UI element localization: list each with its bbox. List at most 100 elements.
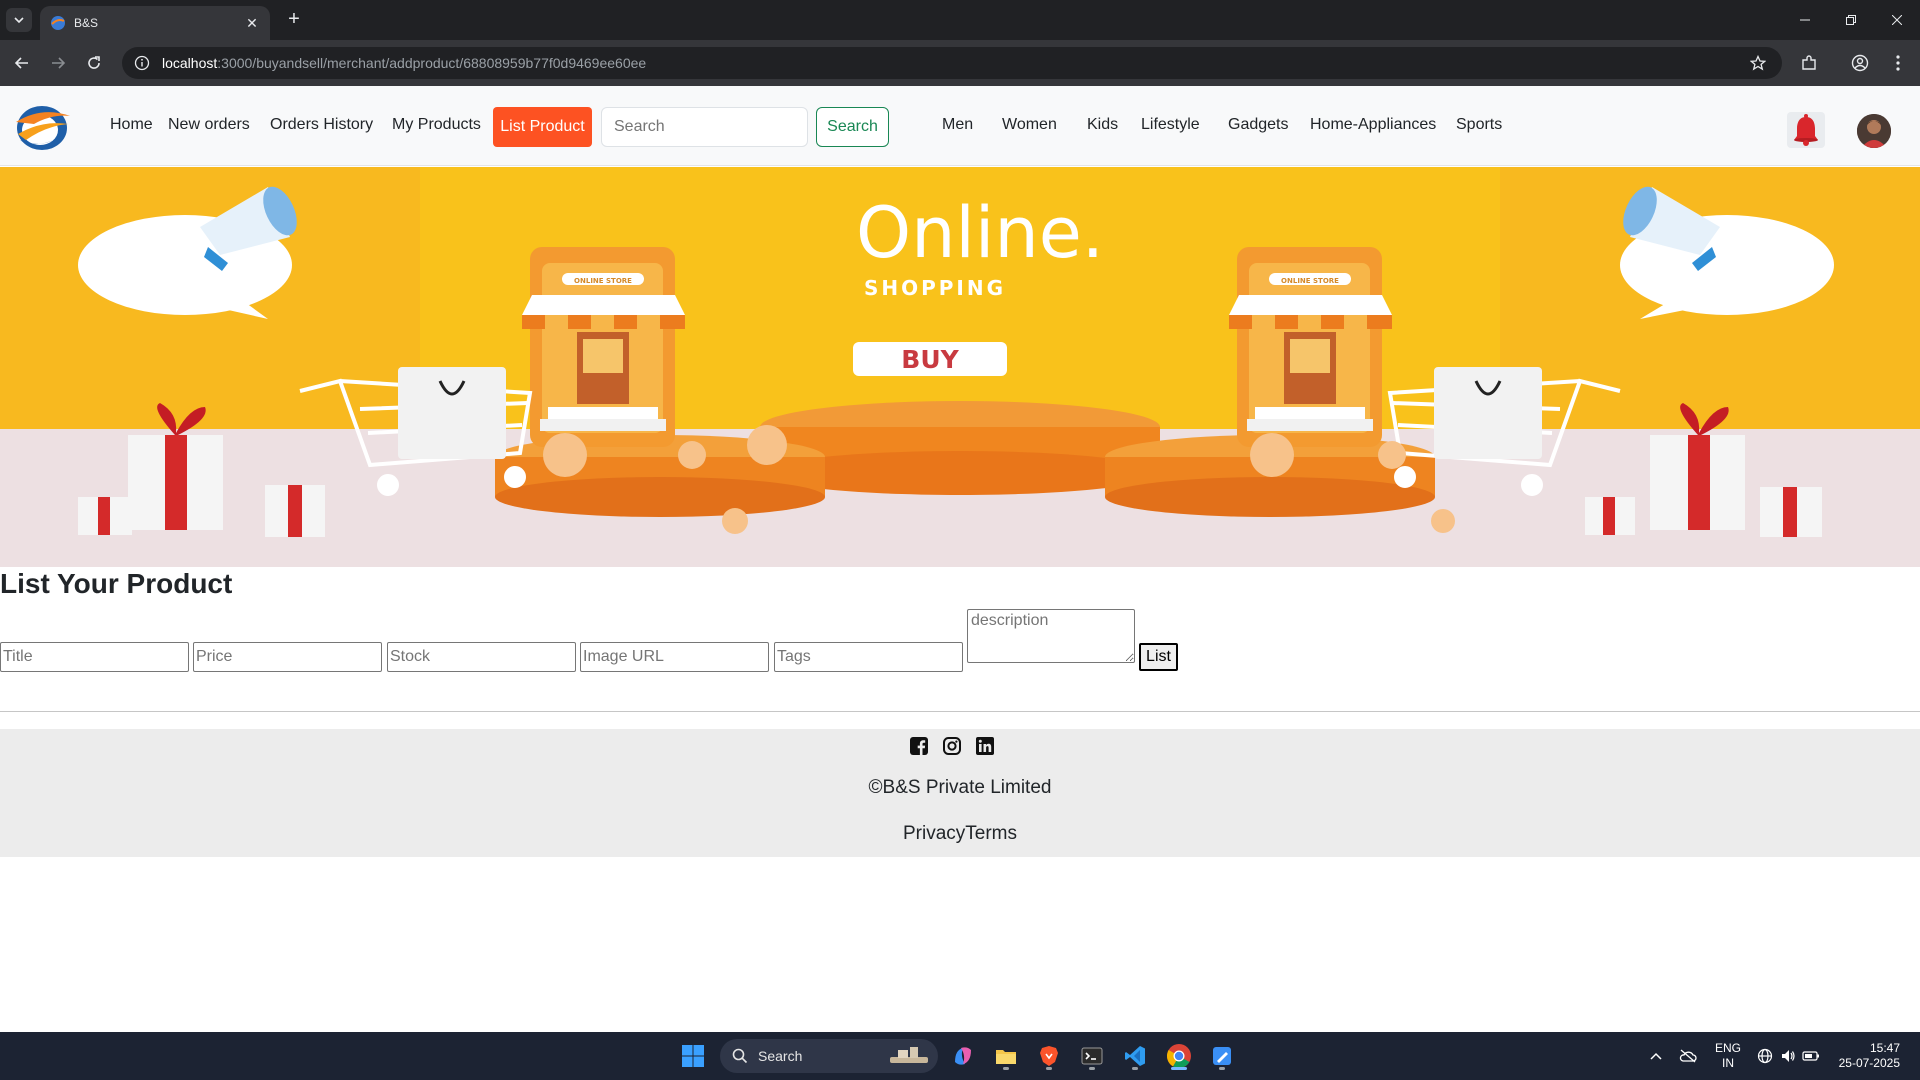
search-highlight-icon — [890, 1047, 928, 1063]
taskbar-clock[interactable]: 15:47 25-07-2025 — [1839, 1041, 1900, 1071]
category-women[interactable]: Women — [1002, 116, 1057, 134]
puzzle-icon — [1802, 55, 1816, 70]
brand-logo[interactable] — [12, 100, 72, 152]
active-indicator — [1132, 1067, 1138, 1070]
restore-button[interactable] — [1828, 0, 1874, 40]
category-kids[interactable]: Kids — [1087, 116, 1118, 134]
list-product-button[interactable]: List Product — [493, 107, 592, 147]
taskbar-terminal[interactable] — [1076, 1040, 1108, 1072]
description-textarea[interactable] — [967, 609, 1135, 663]
nav-new-orders[interactable]: New orders — [168, 116, 250, 134]
image-url-input[interactable] — [580, 642, 769, 672]
form-title: List Your Product — [0, 568, 233, 599]
minimize-button[interactable] — [1782, 0, 1828, 40]
profile-button[interactable] — [1848, 51, 1872, 75]
price-input[interactable] — [193, 642, 382, 672]
browser-tab[interactable]: B&S ✕ — [40, 6, 270, 40]
taskbar-brave[interactable] — [1033, 1040, 1065, 1072]
url-path: :3000/buyandsell/merchant/addproduct/688… — [217, 55, 647, 71]
browser-tab-bar: B&S ✕ + — [0, 0, 1920, 40]
site-info-icon[interactable] — [134, 55, 150, 71]
shop-kiosk-left: ONLINE STORE — [522, 247, 685, 447]
language-code: ENG — [1714, 1041, 1741, 1055]
active-indicator — [1219, 1067, 1225, 1070]
chevron-up-icon — [1650, 1052, 1662, 1060]
copilot-icon — [955, 1047, 971, 1065]
extensions-button[interactable] — [1797, 51, 1821, 75]
category-gadgets[interactable]: Gadgets — [1228, 116, 1288, 134]
vscode-icon — [1125, 1046, 1145, 1066]
list-submit-button[interactable]: List — [1139, 643, 1178, 671]
chrome-icon — [1166, 1044, 1191, 1069]
close-window-button[interactable] — [1874, 0, 1920, 40]
linkedin-icon[interactable] — [976, 737, 994, 755]
chevron-down-icon — [14, 17, 24, 24]
category-home-appliances[interactable]: Home-Appliances — [1310, 116, 1436, 134]
taskbar-vscode[interactable] — [1119, 1040, 1151, 1072]
nav-orders-history[interactable]: Orders History — [270, 116, 373, 134]
tray-volume[interactable] — [1777, 1040, 1799, 1072]
tab-list-button[interactable] — [6, 8, 32, 32]
shop-kiosk-right: ONLINE STORE — [1229, 247, 1392, 447]
taskbar-chrome[interactable] — [1163, 1040, 1195, 1072]
category-sports[interactable]: Sports — [1456, 116, 1502, 134]
bookmark-star-button[interactable] — [1746, 51, 1770, 75]
store-sign-right: ONLINE STORE — [1281, 277, 1339, 285]
profile-icon — [1851, 54, 1869, 72]
taskbar-paint[interactable] — [1206, 1040, 1238, 1072]
active-indicator — [1003, 1067, 1009, 1070]
stock-input[interactable] — [387, 642, 576, 672]
tags-input[interactable] — [774, 642, 963, 672]
terminal-icon — [1081, 1047, 1103, 1065]
star-icon — [1750, 55, 1766, 71]
user-avatar[interactable] — [1857, 114, 1891, 148]
banner-illustration: Online. SHOPPING BUY ONLINE STORE ONLINE… — [0, 167, 1920, 567]
store-sign-left: ONLINE STORE — [574, 277, 632, 285]
address-bar[interactable]: localhost:3000/buyandsell/merchant/addpr… — [122, 47, 1782, 79]
language-indicator[interactable]: ENG IN — [1714, 1041, 1742, 1071]
restore-icon — [1846, 15, 1856, 25]
tray-network[interactable] — [1754, 1040, 1776, 1072]
folder-icon — [996, 1050, 1016, 1064]
clock-date: 25-07-2025 — [1838, 1056, 1900, 1070]
category-men[interactable]: Men — [942, 116, 973, 134]
title-input[interactable] — [0, 642, 189, 672]
nav-my-products[interactable]: My Products — [392, 116, 481, 134]
arrow-right-icon — [52, 57, 66, 69]
nav-home[interactable]: Home — [110, 116, 153, 134]
banner-buy-button[interactable]: BUY — [901, 345, 959, 374]
tab-close-icon[interactable]: ✕ — [244, 15, 260, 32]
tray-battery[interactable] — [1800, 1040, 1822, 1072]
banner-headline: Online. — [856, 192, 1104, 274]
category-lifestyle[interactable]: Lifestyle — [1141, 116, 1200, 134]
search-button[interactable]: Search — [816, 107, 889, 147]
taskbar-search[interactable]: Search — [720, 1039, 938, 1073]
footer-links[interactable]: PrivacyTerms — [0, 823, 1920, 845]
search-input[interactable] — [601, 107, 808, 147]
new-tab-button[interactable]: + — [282, 8, 306, 32]
notification-bell-icon[interactable] — [1787, 112, 1825, 148]
search-icon — [732, 1048, 748, 1064]
windows-logo-icon — [682, 1045, 704, 1067]
url-host: localhost — [162, 55, 218, 71]
tray-onedrive[interactable] — [1674, 1040, 1702, 1072]
region-code: IN — [1722, 1056, 1734, 1070]
avatar-image — [1857, 114, 1891, 148]
taskbar-copilot[interactable] — [947, 1040, 979, 1072]
back-button[interactable] — [10, 51, 34, 75]
forward-button[interactable] — [46, 51, 70, 75]
clock-time: 15:47 — [1869, 1041, 1900, 1055]
start-button[interactable] — [677, 1040, 709, 1072]
cloud-off-icon — [1679, 1049, 1697, 1063]
paint-icon — [1213, 1047, 1231, 1065]
minimize-icon — [1800, 19, 1810, 21]
reload-icon — [88, 56, 100, 69]
browser-menu-button[interactable] — [1886, 51, 1910, 75]
tray-overflow-button[interactable] — [1642, 1040, 1670, 1072]
reload-button[interactable] — [82, 51, 106, 75]
instagram-icon[interactable] — [943, 737, 961, 755]
facebook-icon[interactable] — [910, 737, 928, 755]
url-text: localhost:3000/buyandsell/merchant/addpr… — [162, 55, 646, 71]
active-indicator — [1046, 1067, 1052, 1070]
taskbar-file-explorer[interactable] — [990, 1040, 1022, 1072]
